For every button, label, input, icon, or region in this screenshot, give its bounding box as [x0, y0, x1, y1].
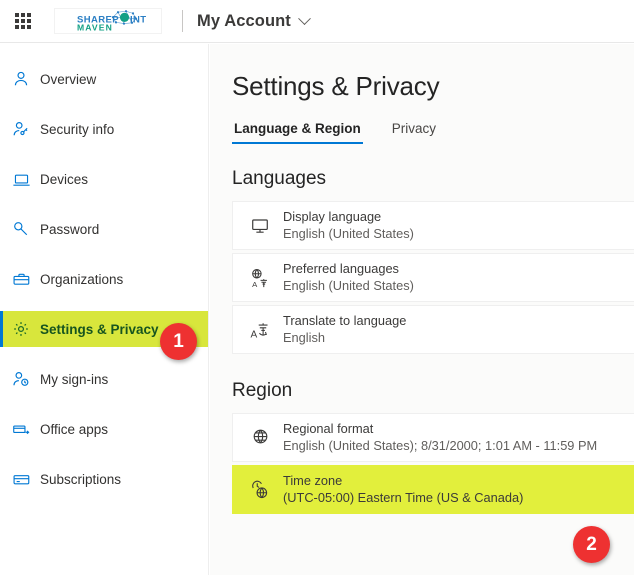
sidebar-item-office-apps[interactable]: Office apps [0, 411, 208, 447]
tab-bar: Language & Region Privacy [210, 121, 634, 144]
card-title: Display language [283, 209, 382, 224]
sidebar-item-label: Organizations [40, 271, 124, 287]
card-value: (UTC-05:00) Eastern Time (US & Canada) [283, 490, 524, 505]
card-text: Preferred languages English (United Stat… [283, 261, 414, 294]
sidebar-item-subscriptions[interactable]: Subscriptions [0, 461, 208, 497]
sidebar-item-label: Settings & Privacy [40, 321, 159, 337]
svg-text:A: A [252, 280, 258, 289]
laptop-icon [6, 170, 36, 189]
sidebar-item-devices[interactable]: Devices [0, 161, 208, 197]
svg-text:A: A [250, 329, 257, 340]
card-value: English (United States); 8/31/2000; 1:01… [283, 438, 598, 453]
globe-grid-icon [243, 427, 277, 448]
account-menu-label: My Account [197, 11, 291, 30]
account-menu-button[interactable]: My Account [197, 11, 311, 31]
monitor-icon [243, 216, 277, 236]
tab-privacy[interactable]: Privacy [390, 121, 438, 144]
svg-text:MAVEN: MAVEN [77, 23, 113, 33]
person-clock-icon [6, 370, 36, 388]
tab-label: Language & Region [234, 121, 361, 136]
card-title: Regional format [283, 421, 374, 436]
clock-globe-icon [243, 479, 277, 501]
card-time-zone[interactable]: Time zone (UTC-05:00) Eastern Time (US &… [232, 465, 634, 514]
region-heading: Region [232, 380, 293, 401]
sidebar: Overview Security info Devices Password [0, 44, 209, 575]
sidebar-item-overview[interactable]: Overview [0, 61, 208, 97]
card-display-language[interactable]: Display language English (United States) [232, 201, 634, 250]
app-launcher-waffle-icon [15, 13, 31, 29]
gear-icon [6, 320, 36, 338]
person-key-icon [6, 120, 36, 138]
card-text: Translate to language English [283, 313, 406, 346]
sidebar-item-label: Password [40, 221, 100, 237]
tab-label: Privacy [391, 121, 437, 136]
sidebar-item-label: Devices [40, 171, 89, 187]
card-regional-format[interactable]: Regional format English (United States);… [232, 413, 634, 462]
tab-language-region[interactable]: Language & Region [232, 121, 363, 144]
app-header: SHAREP INT MAVEN My Account [0, 0, 634, 43]
region-card-list: Regional format English (United States);… [210, 413, 634, 514]
sidebar-item-label: Overview [40, 71, 97, 87]
globe-language-icon: A [243, 267, 277, 289]
svg-text:INT: INT [130, 15, 147, 26]
app-launcher-button[interactable] [0, 0, 46, 43]
card-preferred-languages[interactable]: A Preferred languages English (United St… [232, 253, 634, 302]
languages-heading: Languages [232, 168, 327, 189]
sidebar-item-label: Subscriptions [40, 471, 122, 487]
annotation-badge-2: 2 [573, 526, 610, 563]
card-title: Translate to language [283, 313, 407, 328]
card-value: English (United States) [283, 226, 414, 241]
annotation-badge-1: 1 [160, 323, 197, 360]
sidebar-item-label: My sign-ins [40, 371, 109, 387]
card-text: Time zone (UTC-05:00) Eastern Time (US &… [283, 473, 523, 506]
page-title: Settings & Privacy [232, 71, 440, 101]
card-text: Display language English (United States) [283, 209, 414, 242]
card-title: Preferred languages [283, 261, 399, 276]
key-icon [6, 220, 36, 238]
sidebar-item-label: Security info [40, 121, 115, 137]
sidebar-item-label: Office apps [40, 421, 109, 437]
languages-card-list: Display language English (United States)… [210, 201, 634, 354]
card-value: English (United States) [283, 278, 414, 293]
card-title: Time zone [283, 473, 343, 488]
sharepoint-maven-logo[interactable]: SHAREP INT MAVEN [54, 8, 162, 34]
main-content: Settings & Privacy Language & Region Pri… [210, 44, 634, 575]
briefcase-icon [6, 270, 36, 289]
sidebar-item-organizations[interactable]: Organizations [0, 261, 208, 297]
sidebar-item-security-info[interactable]: Security info [0, 111, 208, 147]
window-apps-icon [6, 420, 36, 439]
card-icon [6, 470, 36, 489]
card-value: English [283, 330, 325, 345]
sidebar-item-password[interactable]: Password [0, 211, 208, 247]
translate-icon: A [243, 319, 277, 341]
card-translate-to-language[interactable]: A Translate to language English [232, 305, 634, 354]
person-icon [6, 70, 36, 88]
sidebar-item-my-sign-ins[interactable]: My sign-ins [0, 361, 208, 397]
card-text: Regional format English (United States);… [283, 421, 597, 454]
header-divider [182, 10, 183, 32]
chevron-down-icon [298, 11, 311, 25]
